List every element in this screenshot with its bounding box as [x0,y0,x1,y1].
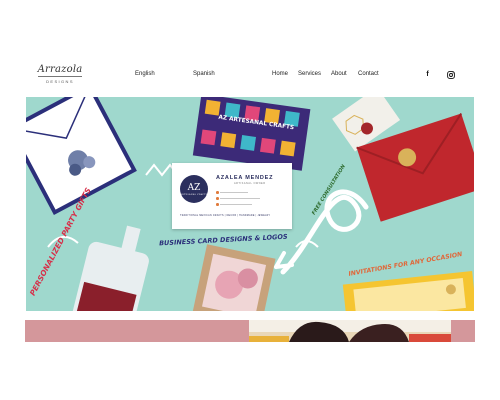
business-card-footer: TRADITIONAL MEXICAN CRAFTS | DECOR | HAN… [180,215,271,217]
business-card-monogram: AZ ARTESANAL CRAFTS [180,175,208,203]
lower-banner-image [249,320,451,342]
business-card-contact-line [220,191,248,193]
nav-about-link[interactable]: About [331,71,347,77]
phone-icon [216,191,219,194]
hero-banner[interactable]: AZ ARTESANAL CRAFTS AZ ARTESANAL CRAFTS … [26,97,474,311]
nav-services-link[interactable]: Services [298,71,321,77]
facebook-icon[interactable]: f [423,70,432,79]
business-card-contact-line [220,197,260,199]
business-card-mockup: AZ ARTESANAL CRAFTS AZALEA MENDEZ ARTISA… [172,163,292,229]
site-logo[interactable]: Arrazola DESIGNS [30,64,90,86]
monogram-subtext: ARTESANAL CRAFTS [180,193,208,196]
language-english-link[interactable]: English [135,71,155,77]
business-card-name: AZALEA MENDEZ [216,175,274,181]
logo-divider [38,76,82,77]
instagram-icon[interactable] [446,70,455,79]
lower-banner-right [451,320,475,342]
logo-script-text: Arrazola [37,64,83,75]
email-icon [216,197,219,200]
nav-home-link[interactable]: Home [272,71,288,77]
lower-banner-left [25,320,249,342]
language-spanish-link[interactable]: Spanish [193,71,215,77]
nav-contact-link[interactable]: Contact [358,71,379,77]
business-card-contact-line [220,203,252,205]
web-icon [216,203,219,206]
business-card-title: ARTISANAL OWNER [234,182,266,185]
logo-sub-text: DESIGNS [46,79,74,84]
lower-banner-graphics [249,321,451,342]
monogram-letters: AZ [187,182,201,193]
